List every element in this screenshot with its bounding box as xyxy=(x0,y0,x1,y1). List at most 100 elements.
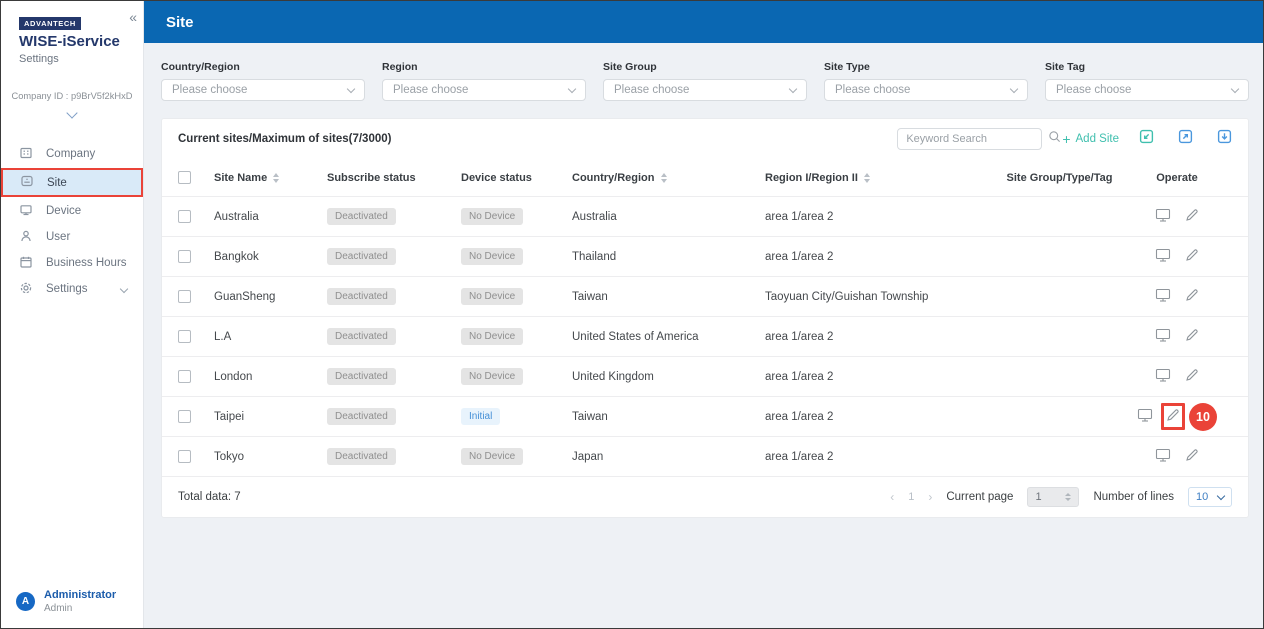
edit-pencil-icon[interactable] xyxy=(1185,208,1199,225)
sidebar-item-label: Business Hours xyxy=(46,257,127,269)
edit-pencil-icon[interactable] xyxy=(1185,328,1199,345)
select-placeholder: Please choose xyxy=(835,84,910,96)
site-name: Bangkok xyxy=(214,251,327,263)
device-view-icon[interactable] xyxy=(1137,408,1153,426)
table-row: Australia Deactivated No Device Australi… xyxy=(162,197,1248,237)
site-tag-select[interactable]: Please choose xyxy=(1045,79,1249,101)
sort-icon[interactable] xyxy=(864,173,870,183)
device-view-icon[interactable] xyxy=(1155,208,1171,226)
device-view-icon[interactable] xyxy=(1155,248,1171,266)
edit-pencil-icon[interactable] xyxy=(1185,288,1199,305)
device-view-icon[interactable] xyxy=(1155,448,1171,466)
pagination-controls: ‹ 1 › Current page 1 Number of lines 10 xyxy=(890,487,1232,507)
country-region: United States of America xyxy=(572,331,765,343)
device-status-badge: Initial xyxy=(461,408,500,425)
row-checkbox[interactable] xyxy=(178,290,191,303)
device-status-badge: No Device xyxy=(461,288,523,305)
site-name: GuanSheng xyxy=(214,291,327,303)
row-checkbox[interactable] xyxy=(178,330,191,343)
row-checkbox[interactable] xyxy=(178,410,191,423)
sidebar-item-label: Company xyxy=(46,148,95,160)
brand-subtitle: Settings xyxy=(19,53,143,65)
export-file-icon[interactable] xyxy=(1178,129,1193,149)
main-area: Site Country/Region Please choose Region… xyxy=(144,1,1263,628)
device-status-badge: No Device xyxy=(461,328,523,345)
sidebar-item-site[interactable]: Site xyxy=(2,169,142,196)
region: area 1/area 2 xyxy=(765,251,997,263)
select-placeholder: Please choose xyxy=(614,84,689,96)
site-group-select[interactable]: Please choose xyxy=(603,79,807,101)
device-view-icon[interactable] xyxy=(1155,328,1171,346)
app-window: « ADVANTECH WISE-iService Settings Compa… xyxy=(0,0,1264,629)
lines-per-page-select[interactable]: 10 xyxy=(1188,487,1232,507)
country-region: Japan xyxy=(572,451,765,463)
select-placeholder: Please choose xyxy=(172,84,247,96)
subscribe-status-badge: Deactivated xyxy=(327,248,396,265)
country-region: Taiwan xyxy=(572,291,765,303)
user-name: Administrator xyxy=(44,589,116,601)
settings-chevron-down-icon[interactable] xyxy=(120,285,128,293)
table-row-taipei: Taipei Deactivated Initial Taiwan area 1… xyxy=(162,397,1248,437)
select-all-checkbox[interactable] xyxy=(178,171,191,184)
region-select[interactable]: Please choose xyxy=(382,79,586,101)
subscribe-status-badge: Deactivated xyxy=(327,368,396,385)
select-placeholder: Please choose xyxy=(393,84,468,96)
device-view-icon[interactable] xyxy=(1155,288,1171,306)
filter-site-tag: Site Tag Please choose xyxy=(1045,61,1249,101)
edit-pencil-icon[interactable] xyxy=(1185,248,1199,265)
edit-pencil-icon[interactable] xyxy=(1166,408,1180,425)
row-checkbox[interactable] xyxy=(178,370,191,383)
page-stepper-icon[interactable] xyxy=(1065,493,1071,501)
next-page-icon[interactable]: › xyxy=(928,490,932,504)
import-file-icon[interactable] xyxy=(1139,129,1154,149)
total-data-label: Total data: 7 xyxy=(178,491,241,503)
filter-site-group: Site Group Please choose xyxy=(603,61,807,101)
file-action-icons xyxy=(1139,129,1232,149)
company-chevron-down-icon[interactable] xyxy=(66,107,77,118)
chevron-down-icon xyxy=(1217,491,1225,499)
row-checkbox[interactable] xyxy=(178,450,191,463)
sidebar-item-device[interactable]: Device xyxy=(1,198,143,224)
prev-page-icon[interactable]: ‹ xyxy=(890,490,894,504)
search-icon[interactable] xyxy=(1048,130,1061,148)
row-checkbox[interactable] xyxy=(178,250,191,263)
current-page-input[interactable]: 1 xyxy=(1027,487,1079,507)
keyword-search-box[interactable] xyxy=(897,128,1042,150)
sort-icon[interactable] xyxy=(273,173,279,183)
col-site-name: Site Name xyxy=(214,172,327,184)
subscribe-status-badge: Deactivated xyxy=(327,408,396,425)
sidebar-item-user[interactable]: User xyxy=(1,224,143,250)
user-block[interactable]: A Administrator Admin xyxy=(1,589,143,628)
site-type-select[interactable]: Please choose xyxy=(824,79,1028,101)
brand-block: ADVANTECH WISE-iService Settings xyxy=(1,1,143,65)
sidebar-item-settings[interactable]: Settings xyxy=(1,276,143,302)
sort-icon[interactable] xyxy=(661,173,667,183)
page-header: Site xyxy=(144,1,1263,43)
page-number[interactable]: 1 xyxy=(908,491,914,503)
country-region-select[interactable]: Please choose xyxy=(161,79,365,101)
site-name: London xyxy=(214,371,327,383)
edit-pencil-icon[interactable] xyxy=(1185,448,1199,465)
lines-value: 10 xyxy=(1196,491,1208,503)
region: area 1/area 2 xyxy=(765,451,997,463)
edit-pencil-icon[interactable] xyxy=(1185,368,1199,385)
subscribe-status-badge: Deactivated xyxy=(327,208,396,225)
avatar[interactable]: A xyxy=(16,592,35,611)
add-site-button[interactable]: + Add Site xyxy=(1062,131,1119,147)
sidebar-menu: Company Site Device User Business Hours … xyxy=(1,141,143,302)
table-header-row: Site Name Subscribe status Device status… xyxy=(162,159,1248,197)
business-hours-icon xyxy=(19,255,33,272)
row-checkbox[interactable] xyxy=(178,210,191,223)
sidebar-collapse-icon[interactable]: « xyxy=(129,9,137,25)
download-file-icon[interactable] xyxy=(1217,129,1232,149)
filter-label: Region xyxy=(382,61,586,73)
page-title: Site xyxy=(166,14,194,31)
col-label: Site Name xyxy=(214,172,267,184)
table-row: Bangkok Deactivated No Device Thailand a… xyxy=(162,237,1248,277)
country-region: Thailand xyxy=(572,251,765,263)
sidebar-item-business-hours[interactable]: Business Hours xyxy=(1,250,143,276)
search-input[interactable] xyxy=(906,133,1048,145)
device-view-icon[interactable] xyxy=(1155,368,1171,386)
sidebar-item-company[interactable]: Company xyxy=(1,141,143,167)
add-site-label: Add Site xyxy=(1076,133,1119,145)
